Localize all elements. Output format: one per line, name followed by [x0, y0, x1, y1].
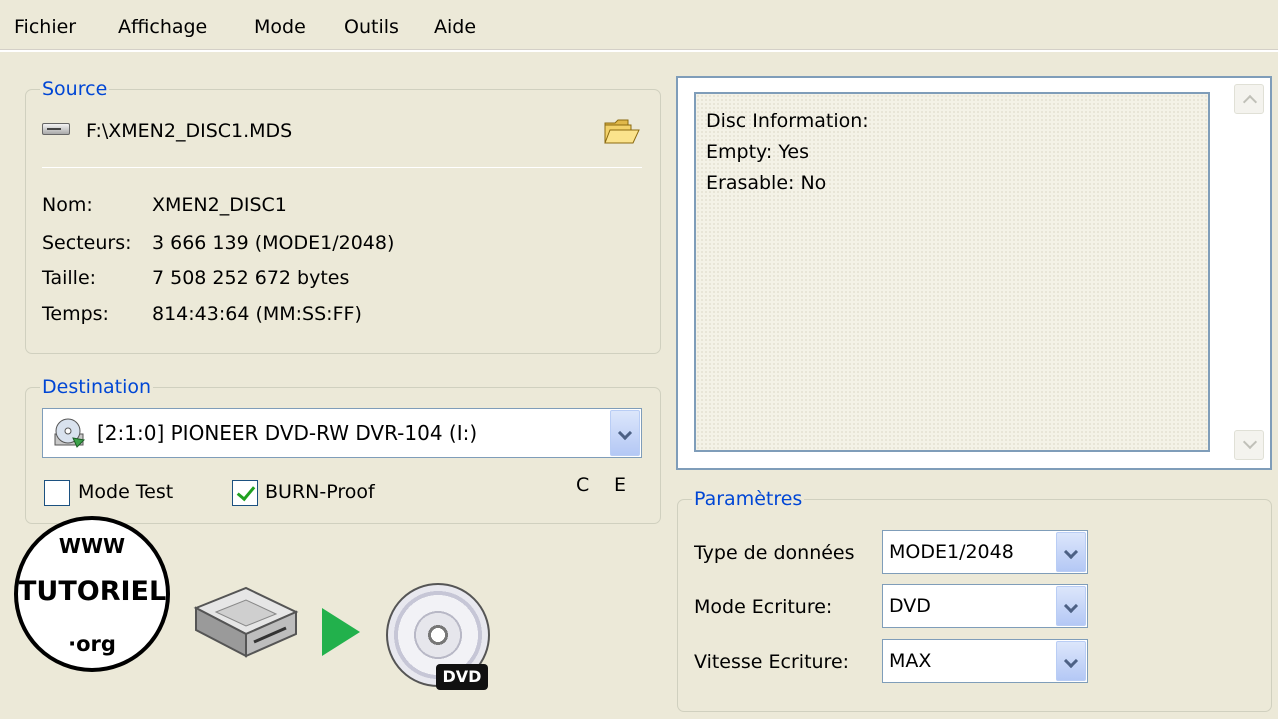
- menu-affichage[interactable]: Affichage: [118, 16, 207, 38]
- secteurs-label: Secteurs:: [42, 232, 132, 254]
- chevron-down-icon[interactable]: [1056, 532, 1086, 572]
- chevron-down-icon[interactable]: [1056, 586, 1086, 626]
- mode-ecriture-value: DVD: [889, 595, 931, 617]
- temps-value: 814:43:64 (MM:SS:FF): [152, 303, 362, 325]
- optical-drive-icon: [54, 418, 86, 448]
- open-folder-icon[interactable]: [604, 118, 640, 144]
- disc-info-panel[interactable]: Disc Information: Empty: Yes Erasable: N…: [676, 76, 1272, 470]
- disc-info-line: Empty: Yes: [706, 141, 809, 163]
- watermark-bottom: ·org: [68, 632, 116, 656]
- taille-value: 7 508 252 672 bytes: [152, 267, 350, 289]
- vitesse-ecriture-select[interactable]: MAX: [882, 639, 1088, 683]
- mode-ecriture-label: Mode Ecriture:: [694, 596, 833, 618]
- hard-drive-icon: [193, 586, 299, 658]
- mode-ecriture-select[interactable]: DVD: [882, 584, 1088, 628]
- scroll-up-button[interactable]: [1234, 84, 1264, 114]
- mode-test-label[interactable]: Mode Test: [78, 481, 173, 503]
- taille-label: Taille:: [42, 267, 97, 289]
- disc-info-line: Erasable: No: [706, 172, 827, 194]
- vitesse-ecriture-value: MAX: [889, 650, 932, 672]
- chevron-down-icon[interactable]: [610, 410, 640, 456]
- flag-e: E: [614, 474, 627, 496]
- destination-legend: Destination: [42, 376, 152, 398]
- nom-label: Nom:: [42, 194, 93, 216]
- menu-bar: Fichier Affichage Mode Outils Aide: [0, 0, 1278, 50]
- chevron-down-icon[interactable]: [1056, 641, 1086, 681]
- source-path: F:\XMEN2_DISC1.MDS: [86, 120, 293, 142]
- disc-info-text: Disc Information: Empty: Yes Erasable: N…: [694, 92, 1210, 452]
- menu-divider: [0, 50, 1278, 52]
- secteurs-value: 3 666 139 (MODE1/2048): [152, 232, 395, 254]
- scroll-down-button[interactable]: [1234, 430, 1264, 460]
- mode-test-checkbox[interactable]: [44, 480, 70, 506]
- watermark-logo: WWW TUTORIEL ·org: [14, 516, 170, 672]
- vitesse-ecriture-label: Vitesse Ecriture:: [694, 651, 850, 673]
- hard-drive-icon: [42, 123, 70, 135]
- burn-proof-checkbox[interactable]: [232, 480, 258, 506]
- type-donnees-label: Type de données: [694, 542, 855, 564]
- nom-value: XMEN2_DISC1: [152, 194, 287, 216]
- menu-fichier[interactable]: Fichier: [14, 16, 76, 38]
- source-legend: Source: [42, 78, 108, 100]
- menu-outils[interactable]: Outils: [344, 16, 399, 38]
- menu-aide[interactable]: Aide: [434, 16, 476, 38]
- watermark-middle: TUTORIEL: [18, 576, 167, 607]
- temps-label: Temps:: [42, 303, 109, 325]
- source-separator: [42, 167, 642, 168]
- watermark-top: WWW: [58, 534, 126, 558]
- menu-mode[interactable]: Mode: [254, 16, 306, 38]
- play-icon: [322, 608, 360, 656]
- type-donnees-select[interactable]: MODE1/2048: [882, 530, 1088, 574]
- parametres-legend: Paramètres: [694, 488, 803, 510]
- burn-proof-label[interactable]: BURN-Proof: [265, 481, 375, 503]
- flag-c: C: [576, 474, 590, 496]
- dvd-badge: DVD: [436, 664, 488, 690]
- disc-info-line: Disc Information:: [706, 110, 869, 132]
- type-donnees-value: MODE1/2048: [889, 541, 1014, 563]
- destination-drive-select[interactable]: [2:1:0] PIONEER DVD-RW DVR-104 (I:): [42, 408, 642, 458]
- destination-drive-value: [2:1:0] PIONEER DVD-RW DVR-104 (I:): [97, 421, 478, 445]
